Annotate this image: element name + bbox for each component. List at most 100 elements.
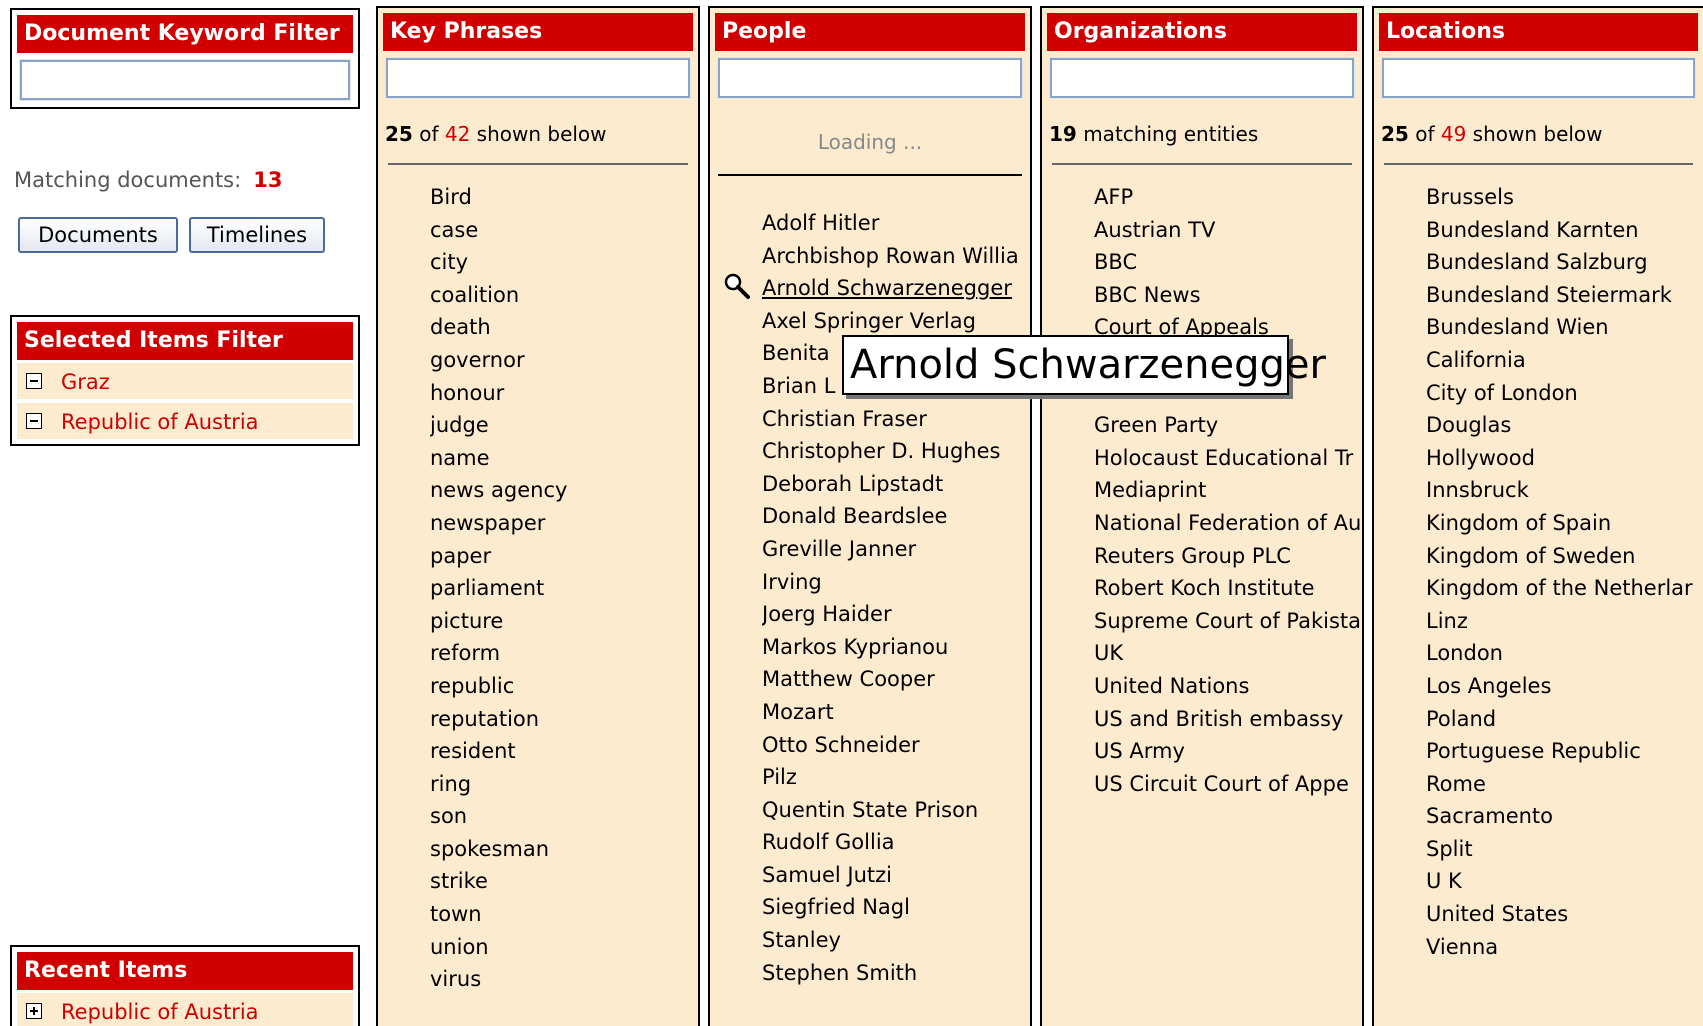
person-item[interactable]: Stephen Smith: [762, 960, 1028, 993]
location-item[interactable]: Brussels: [1426, 184, 1703, 217]
collapse-icon[interactable]: [26, 413, 42, 429]
person-item[interactable]: Adolf Hitler: [762, 210, 1028, 243]
recent-item-label[interactable]: Republic of Austria: [61, 1000, 259, 1024]
key-phrase-item[interactable]: newspaper: [430, 510, 698, 543]
person-item[interactable]: Christopher D. Hughes: [762, 438, 1028, 471]
key-phrase-item[interactable]: judge: [430, 412, 698, 445]
organizations-filter-input[interactable]: [1049, 57, 1355, 99]
person-item[interactable]: Otto Schneider: [762, 732, 1028, 765]
organization-item[interactable]: US Army: [1094, 738, 1360, 771]
organization-item[interactable]: BBC: [1094, 249, 1360, 282]
location-item[interactable]: Sacramento: [1426, 803, 1703, 836]
location-item[interactable]: United States: [1426, 901, 1703, 934]
person-item[interactable]: Pilz: [762, 764, 1028, 797]
location-item[interactable]: City of London: [1426, 380, 1703, 413]
location-item[interactable]: Rome: [1426, 771, 1703, 804]
key-phrase-item[interactable]: parliament: [430, 575, 698, 608]
selected-item-label[interactable]: Graz: [61, 370, 110, 394]
organization-item[interactable]: National Federation of Au: [1094, 510, 1360, 543]
organization-item[interactable]: BBC News: [1094, 282, 1360, 315]
location-item[interactable]: Portuguese Republic: [1426, 738, 1703, 771]
key-phrase-item[interactable]: spokesman: [430, 836, 698, 869]
organization-item[interactable]: US Circuit Court of Appe: [1094, 771, 1360, 804]
person-item[interactable]: Rudolf Gollia: [762, 829, 1028, 862]
documents-button[interactable]: Documents: [18, 217, 178, 253]
key-phrase-item[interactable]: virus: [430, 966, 698, 999]
person-item[interactable]: Stanley: [762, 927, 1028, 960]
organization-item[interactable]: United Nations: [1094, 673, 1360, 706]
person-item[interactable]: Quentin State Prison: [762, 797, 1028, 830]
location-item[interactable]: California: [1426, 347, 1703, 380]
location-item[interactable]: Kingdom of Spain: [1426, 510, 1703, 543]
person-item-hovered[interactable]: Arnold Schwarzenegger: [762, 275, 1028, 308]
key-phrase-item[interactable]: picture: [430, 608, 698, 641]
location-item[interactable]: Douglas: [1426, 412, 1703, 445]
key-phrase-item[interactable]: resident: [430, 738, 698, 771]
organization-item[interactable]: Green Party: [1094, 412, 1360, 445]
person-item[interactable]: Mozart: [762, 699, 1028, 732]
organization-item[interactable]: Austrian TV: [1094, 217, 1360, 250]
person-item[interactable]: Siegfried Nagl: [762, 894, 1028, 927]
organization-item[interactable]: Mediaprint: [1094, 477, 1360, 510]
location-item[interactable]: Bundesland Karnten: [1426, 217, 1703, 250]
key-phrase-item[interactable]: paper: [430, 543, 698, 576]
key-phrases-filter-input[interactable]: [385, 57, 691, 99]
location-item[interactable]: Bundesland Steiermark: [1426, 282, 1703, 315]
location-item[interactable]: Hollywood: [1426, 445, 1703, 478]
key-phrase-item[interactable]: Bird: [430, 184, 698, 217]
location-item[interactable]: U K: [1426, 868, 1703, 901]
selected-item-label[interactable]: Republic of Austria: [61, 410, 259, 434]
key-phrase-item[interactable]: death: [430, 314, 698, 347]
key-phrase-item[interactable]: ring: [430, 771, 698, 804]
timelines-button[interactable]: Timelines: [189, 217, 325, 253]
key-phrase-item[interactable]: honour: [430, 380, 698, 413]
collapse-icon[interactable]: [26, 373, 42, 389]
expand-icon[interactable]: [26, 1003, 42, 1019]
location-item[interactable]: Los Angeles: [1426, 673, 1703, 706]
key-phrase-item[interactable]: strike: [430, 868, 698, 901]
key-phrase-item[interactable]: governor: [430, 347, 698, 380]
person-item[interactable]: Donald Beardslee: [762, 503, 1028, 536]
person-item[interactable]: Samuel Jutzi: [762, 862, 1028, 895]
locations-filter-input[interactable]: [1381, 57, 1696, 99]
key-phrase-item[interactable]: republic: [430, 673, 698, 706]
key-phrase-item[interactable]: son: [430, 803, 698, 836]
key-phrase-item[interactable]: coalition: [430, 282, 698, 315]
location-item[interactable]: Split: [1426, 836, 1703, 869]
person-item[interactable]: Joerg Haider: [762, 601, 1028, 634]
person-item[interactable]: Christian Fraser: [762, 406, 1028, 439]
location-item[interactable]: Innsbruck: [1426, 477, 1703, 510]
location-item[interactable]: Vienna: [1426, 934, 1703, 967]
person-item[interactable]: Greville Janner: [762, 536, 1028, 569]
person-item[interactable]: Matthew Cooper: [762, 666, 1028, 699]
recent-item[interactable]: Republic of Austria: [17, 993, 353, 1026]
key-phrase-item[interactable]: name: [430, 445, 698, 478]
location-item[interactable]: London: [1426, 640, 1703, 673]
key-phrase-item[interactable]: city: [430, 249, 698, 282]
organization-item[interactable]: Holocaust Educational Tr: [1094, 445, 1360, 478]
location-item[interactable]: Bundesland Salzburg: [1426, 249, 1703, 282]
selected-item[interactable]: Graz: [17, 363, 353, 401]
key-phrase-item[interactable]: town: [430, 901, 698, 934]
magnifier-icon[interactable]: [723, 272, 751, 300]
person-item[interactable]: Archbishop Rowan Willia: [762, 243, 1028, 276]
person-item[interactable]: Deborah Lipstadt: [762, 471, 1028, 504]
key-phrase-item[interactable]: union: [430, 934, 698, 967]
location-item[interactable]: Poland: [1426, 706, 1703, 739]
organization-item[interactable]: Supreme Court of Pakista: [1094, 608, 1360, 641]
organization-item[interactable]: UK: [1094, 640, 1360, 673]
selected-item[interactable]: Republic of Austria: [17, 403, 353, 441]
person-item[interactable]: Irving: [762, 569, 1028, 602]
people-filter-input[interactable]: [717, 57, 1023, 99]
organization-item[interactable]: US and British embassy: [1094, 706, 1360, 739]
location-item[interactable]: Kingdom of Sweden: [1426, 543, 1703, 576]
organization-item[interactable]: Reuters Group PLC: [1094, 543, 1360, 576]
organization-item[interactable]: AFP: [1094, 184, 1360, 217]
key-phrase-item[interactable]: case: [430, 217, 698, 250]
location-item[interactable]: Kingdom of the Netherlar: [1426, 575, 1703, 608]
person-item[interactable]: Markos Kyprianou: [762, 634, 1028, 667]
document-keyword-filter-input[interactable]: [19, 59, 351, 101]
key-phrase-item[interactable]: news agency: [430, 477, 698, 510]
location-item[interactable]: Bundesland Wien: [1426, 314, 1703, 347]
organization-item[interactable]: Robert Koch Institute: [1094, 575, 1360, 608]
